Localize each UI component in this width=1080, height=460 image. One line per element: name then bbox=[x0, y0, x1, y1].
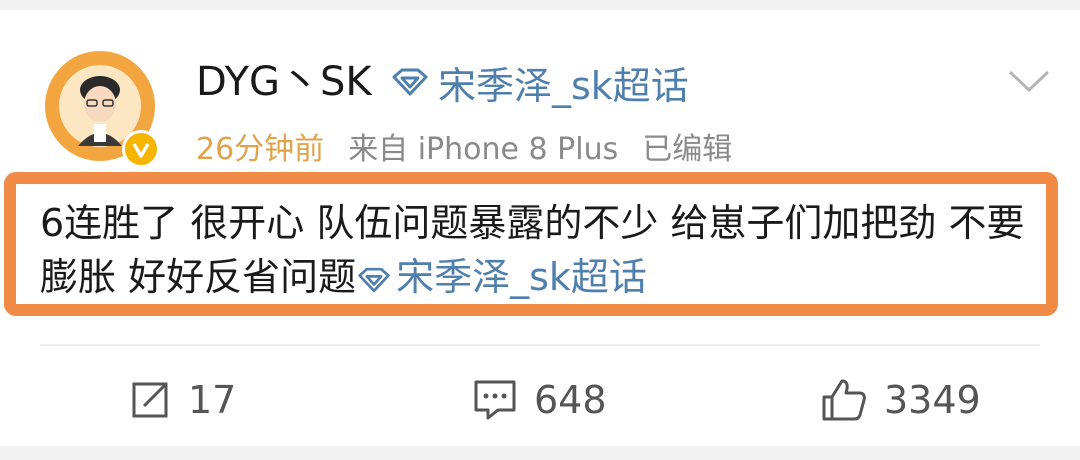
bottom-separator bbox=[0, 446, 1080, 460]
divider bbox=[40, 344, 1040, 346]
chevron-down-icon[interactable] bbox=[1006, 66, 1052, 96]
inline-topic-label: 宋季泽_sk超话 bbox=[396, 255, 647, 299]
verified-badge-icon bbox=[122, 130, 160, 168]
diamond-icon bbox=[392, 68, 428, 96]
repost-button[interactable]: 17 bbox=[128, 372, 236, 428]
post-source: 来自 iPhone 8 Plus bbox=[348, 132, 619, 167]
thumbs-up-icon bbox=[822, 379, 866, 421]
author-topic-label: 宋季泽_sk超话 bbox=[438, 63, 689, 108]
comment-count: 648 bbox=[534, 378, 607, 422]
edited-label[interactable]: 已编辑 bbox=[642, 124, 732, 168]
post-content[interactable]: 6连胜了 很开心 队伍问题暴露的不少 给崽子们加把劲 不要膨胀 好好反省问题 宋… bbox=[40, 196, 1050, 304]
repost-count: 17 bbox=[188, 378, 237, 422]
post-time: 26分钟前 bbox=[196, 132, 325, 167]
inline-topic-link[interactable]: 宋季泽_sk超话 bbox=[356, 255, 647, 299]
author-topic-tag[interactable]: 宋季泽_sk超话 bbox=[390, 56, 689, 108]
comment-icon bbox=[474, 380, 516, 420]
like-count: 3349 bbox=[884, 378, 981, 422]
comment-button[interactable]: 648 bbox=[472, 372, 607, 428]
like-button[interactable]: 3349 bbox=[820, 372, 981, 428]
top-separator bbox=[0, 0, 1080, 10]
diamond-icon bbox=[358, 267, 390, 293]
post-meta: 26分钟前 来自 iPhone 8 Plus 已编辑 bbox=[196, 124, 732, 168]
author-name[interactable]: DYG丶SK bbox=[196, 56, 372, 108]
share-icon bbox=[132, 382, 168, 418]
